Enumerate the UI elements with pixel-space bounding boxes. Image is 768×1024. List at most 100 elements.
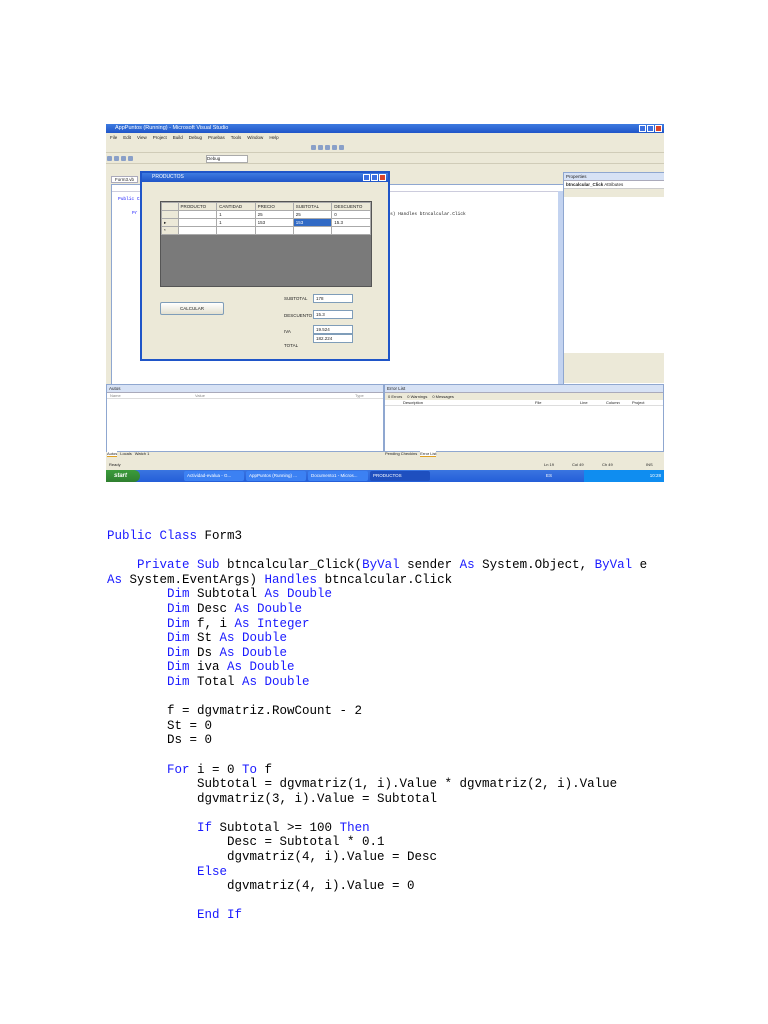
menu-debug[interactable]: Debug (189, 134, 202, 142)
grid-cell[interactable]: 25 (292, 210, 333, 219)
grid-cell[interactable] (177, 210, 218, 219)
form-titlebar: PRODUCTOS (142, 173, 388, 182)
code-line: Pr (132, 211, 138, 216)
menu-file[interactable]: File (110, 134, 117, 142)
col-subtotal[interactable]: SUBTOTAL (292, 202, 333, 211)
status-col: Col 49 (572, 462, 584, 467)
iva-field[interactable]: 19.524 (313, 325, 353, 334)
col-precio[interactable]: PRECIO (254, 202, 294, 211)
toolbar-icon[interactable] (325, 145, 330, 150)
col-column[interactable]: Column (606, 400, 632, 405)
code-text: Desc (197, 601, 235, 616)
code-keyword: To (242, 762, 265, 777)
taskbar-item[interactable]: Actividad-evalua - G... (184, 471, 244, 481)
config-combo[interactable]: Debug (206, 155, 248, 163)
grid-cell[interactable] (177, 218, 218, 227)
col-line[interactable]: Line (580, 400, 606, 405)
code-line: Private Sub btncalcular_Click(ByVal send… (107, 558, 647, 573)
grid-cell[interactable] (331, 226, 371, 235)
tab-autos[interactable]: Autos (107, 451, 118, 457)
menu-build[interactable]: Build (173, 134, 183, 142)
grid-row[interactable]: 1 25 25 0 (161, 210, 371, 219)
grid-cell[interactable]: 1 (216, 210, 256, 219)
toolbar-icon[interactable] (121, 156, 126, 161)
properties-object-type: Attributes (604, 182, 624, 187)
code-keyword: Private Sub (107, 558, 228, 573)
col-producto[interactable]: PRODUCTO (177, 202, 218, 211)
start-button[interactable]: start (106, 470, 140, 482)
col-name[interactable]: Name (107, 393, 195, 398)
calcular-button[interactable]: CALCULAR (160, 302, 224, 315)
close-icon[interactable] (379, 174, 386, 181)
errors-filter[interactable]: 0 Errors (388, 394, 402, 399)
code-line: Dim St As Double (107, 631, 647, 646)
subtotal-field[interactable]: 178 (313, 294, 353, 303)
toolbar-icon[interactable] (332, 145, 337, 150)
tab-pending-checkins[interactable]: Pending Checkins (385, 451, 417, 457)
grid-new-row[interactable]: * (161, 226, 371, 235)
menu-help[interactable]: Help (269, 134, 278, 142)
col-type[interactable]: Type (355, 393, 364, 398)
col-file[interactable]: File (535, 400, 580, 405)
window-controls (639, 125, 662, 132)
toolbar-icon[interactable] (311, 145, 316, 150)
menu-window[interactable]: Window (247, 134, 263, 142)
row-marker[interactable]: * (161, 226, 179, 235)
col-descuento[interactable]: DESCUENTO (331, 202, 371, 211)
menu-tools[interactable]: Tools (231, 134, 242, 142)
toolbar-icon[interactable] (107, 156, 112, 161)
maximize-icon[interactable] (647, 125, 654, 132)
toolbar-icon[interactable] (318, 145, 323, 150)
grid-cell[interactable]: 15.3 (331, 218, 371, 227)
total-field[interactable]: 182.224 (313, 334, 353, 343)
taskbar-item-active[interactable]: PRODUCTOS (370, 471, 430, 481)
grid-cell[interactable] (254, 226, 294, 235)
grid-cell[interactable]: 25 (254, 210, 294, 219)
toolbar-icon[interactable] (339, 145, 344, 150)
menu-view[interactable]: View (137, 134, 147, 142)
code-keyword: As Double (227, 660, 295, 675)
menu-edit[interactable]: Edit (123, 134, 131, 142)
col-cantidad[interactable]: CANTIDAD (216, 202, 256, 211)
close-icon[interactable] (655, 125, 662, 132)
grid-row[interactable]: ▸ 1 153 153 15.3 (161, 218, 371, 227)
dgvmatriz-grid[interactable]: PRODUCTO CANTIDAD PRECIO SUBTOTAL DESCUE… (160, 201, 372, 287)
code-text: St = 0 (107, 718, 213, 733)
menu-pruebas[interactable]: Pruebas (208, 134, 225, 142)
toolbar-icon[interactable] (128, 156, 133, 161)
clock: 10:28 (649, 473, 661, 478)
maximize-icon[interactable] (371, 174, 378, 181)
grid-cell[interactable] (216, 226, 256, 235)
row-marker[interactable] (161, 210, 179, 219)
grid-cell[interactable]: 0 (331, 210, 371, 219)
minimize-icon[interactable] (639, 125, 646, 132)
minimize-icon[interactable] (363, 174, 370, 181)
grid-cell-selected[interactable]: 153 (292, 218, 333, 227)
code-text: f = dgvmatriz.RowCount - 2 (107, 704, 363, 719)
descuento-field[interactable]: 15.3 (313, 310, 353, 319)
menu-project[interactable]: Project (153, 134, 167, 142)
messages-filter[interactable]: 0 Messages (432, 394, 454, 399)
save-icon[interactable] (114, 156, 119, 161)
tab-locals[interactable]: Locals (120, 451, 132, 457)
taskbar-item[interactable]: Documento1 - Micros... (308, 471, 368, 481)
code-text: f, i (197, 616, 235, 631)
col-project[interactable]: Project (632, 400, 644, 405)
grid-cell[interactable]: 1 (216, 218, 256, 227)
warnings-filter[interactable]: 0 Warnings (407, 394, 427, 399)
tab-error-list[interactable]: Error List (420, 451, 437, 457)
code-keyword: As Double (234, 601, 303, 616)
tab-form3[interactable]: Form3.vb (111, 176, 139, 183)
tab-watch[interactable]: Watch 1 (135, 451, 150, 457)
col-description[interactable]: Description (385, 400, 535, 405)
grid-cell[interactable]: 153 (254, 218, 294, 227)
grid-cell[interactable] (177, 226, 218, 235)
code-text: Subtotal = dgvmatriz(1, i).Value * dgvma… (107, 777, 618, 792)
col-value[interactable]: Value (195, 393, 355, 398)
row-marker[interactable]: ▸ (161, 218, 179, 227)
language-indicator[interactable]: ES (546, 470, 552, 482)
properties-object[interactable]: btncalcular_Click (566, 182, 603, 187)
taskbar-item[interactable]: AppPuntos (Running) ... (246, 471, 306, 481)
grid-cell[interactable] (292, 226, 333, 235)
code-text: Ds (197, 645, 220, 660)
